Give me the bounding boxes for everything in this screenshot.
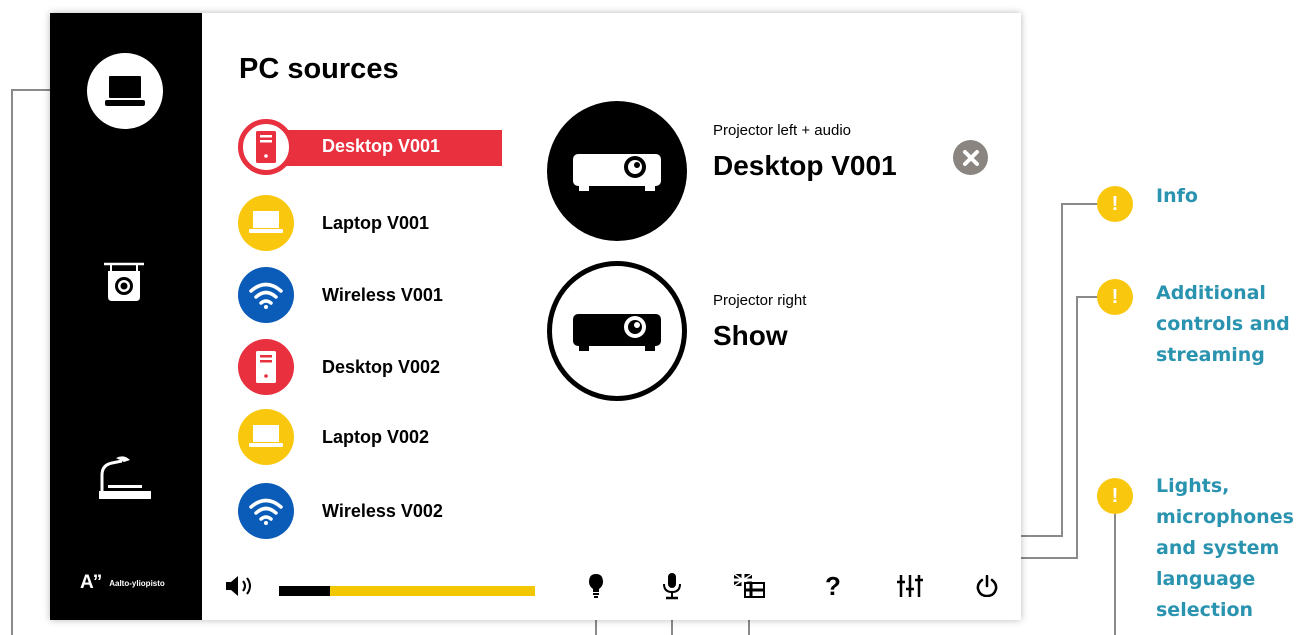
page-title: PC sources <box>239 53 399 85</box>
source-icon-circle <box>238 119 294 175</box>
source-item-desktop-v002[interactable]: Desktop V002 <box>238 339 508 399</box>
desktop-tower-icon <box>256 131 276 163</box>
projector-right-name: Projector right <box>713 292 807 309</box>
speaker-icon <box>226 576 251 596</box>
document-camera-icon <box>99 456 151 499</box>
microphone-button[interactable] <box>655 569 689 603</box>
info-annotation-marker: ! <box>1097 186 1133 222</box>
source-label: Desktop V002 <box>322 357 441 377</box>
wifi-icon <box>249 498 283 525</box>
wifi-icon <box>249 282 283 309</box>
power-icon <box>976 575 998 597</box>
annotation-line: controls and <box>1156 313 1290 335</box>
projector-left-name: Projector left + audio <box>713 122 851 139</box>
annotation-line: Info <box>1156 185 1198 207</box>
sidebar: A” Aalto-yliopisto <box>50 13 202 620</box>
language-button[interactable] <box>732 569 766 603</box>
bulb-icon <box>589 574 603 598</box>
power-button[interactable] <box>970 569 1004 603</box>
lights-annotation-marker: ! <box>1097 478 1133 514</box>
projector-left-button[interactable] <box>547 101 687 241</box>
brand-logo: A” Aalto-yliopisto <box>80 572 165 594</box>
source-item-wireless-v001[interactable]: Wireless V001 <box>238 267 508 327</box>
source-item-desktop-v001[interactable]: Desktop V001 <box>238 119 508 179</box>
mixer-icon <box>897 575 923 597</box>
volume-level <box>279 586 331 596</box>
source-icon-circle <box>238 339 294 395</box>
sidebar-item-cameras[interactable] <box>98 261 150 305</box>
projector-right-button[interactable] <box>547 261 687 401</box>
brand-name: Aalto-yliopisto <box>109 578 165 588</box>
info-annotation-text: Info <box>1156 181 1198 212</box>
desktop-tower-icon <box>256 351 276 383</box>
lights-annotation-text: Lights, microphones and system language … <box>1156 471 1294 626</box>
source-label: Laptop V002 <box>322 427 430 447</box>
source-icon-circle <box>238 267 294 323</box>
volume-button[interactable] <box>224 575 260 597</box>
sidebar-item-pc-sources[interactable] <box>87 53 163 129</box>
close-button[interactable] <box>953 140 988 175</box>
source-icon-circle <box>238 409 294 465</box>
aalto-logo: A” <box>80 572 102 593</box>
controls-annotation-text: Additional controls and streaming <box>1156 278 1290 371</box>
lights-button[interactable] <box>579 569 613 603</box>
source-icon-circle <box>238 195 294 251</box>
laptop-icon <box>105 76 145 106</box>
source-label: Wireless V001 <box>322 285 443 305</box>
ceiling-camera-icon <box>104 262 144 301</box>
projector-left-source: Desktop V001 <box>713 150 897 181</box>
annotation-line: Additional <box>1156 282 1266 304</box>
source-label: Desktop V001 <box>322 136 441 156</box>
annotation-line: streaming <box>1156 344 1265 366</box>
mixer-button[interactable] <box>893 569 927 603</box>
projector-icon <box>573 314 661 351</box>
laptop-icon <box>249 211 283 233</box>
source-icon-circle <box>238 483 294 539</box>
source-label: Wireless V002 <box>322 501 443 521</box>
source-item-laptop-v002[interactable]: Laptop V002 <box>238 409 508 469</box>
projector-icon <box>573 154 661 191</box>
source-item-laptop-v001[interactable]: Laptop V001 <box>238 195 508 255</box>
controls-annotation-marker: ! <box>1097 279 1133 315</box>
annotation-line: selection <box>1156 599 1254 621</box>
language-flag-icon <box>733 573 765 598</box>
close-icon <box>962 149 979 166</box>
annotation-line: and system <box>1156 537 1280 559</box>
help-button[interactable]: ? <box>816 569 850 603</box>
source-label: Laptop V001 <box>322 213 430 233</box>
laptop-icon <box>249 425 283 447</box>
volume-slider[interactable] <box>279 586 535 596</box>
microphone-icon <box>663 573 681 600</box>
projector-right-source: Show <box>713 320 788 351</box>
control-panel: A” Aalto-yliopisto PC sources Desktop V0… <box>50 13 1021 620</box>
sidebar-item-document-camera[interactable] <box>96 453 156 503</box>
annotation-line: Lights, <box>1156 475 1230 497</box>
annotation-line: microphones <box>1156 506 1294 528</box>
source-item-wireless-v002[interactable]: Wireless V002 <box>238 483 508 543</box>
annotation-line: language <box>1156 568 1256 590</box>
